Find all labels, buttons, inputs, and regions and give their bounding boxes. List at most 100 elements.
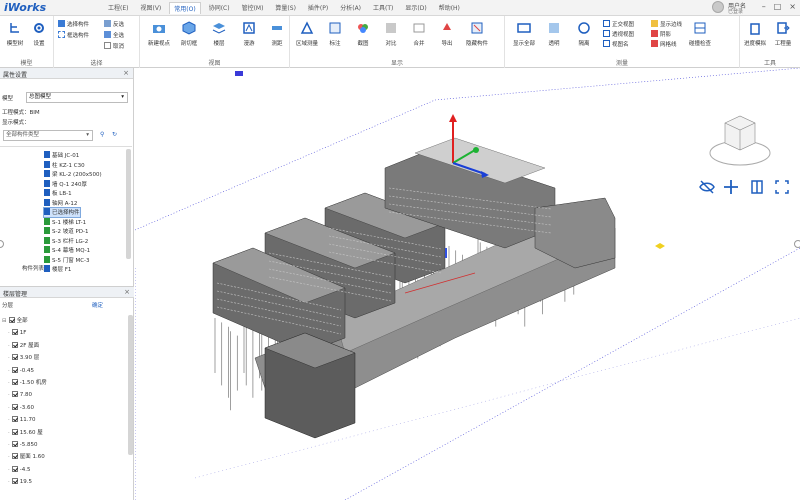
expand-icon[interactable]: · — [8, 417, 10, 423]
tree-item[interactable]: S-4 幕墙 MQ-1 — [44, 246, 90, 255]
z-arrow-icon[interactable] — [449, 114, 457, 122]
select-all-button[interactable]: 全选 — [104, 30, 124, 39]
section-box-button[interactable]: 剖切框 — [174, 19, 204, 57]
expand-icon[interactable]: · — [8, 442, 10, 448]
close-icon[interactable]: × — [124, 288, 130, 296]
measure-button[interactable]: 测距 — [262, 19, 292, 57]
layer-checkbox[interactable] — [11, 478, 18, 485]
hide-element-button[interactable]: 隐藏构件 — [462, 19, 492, 57]
layer-item[interactable]: ⊟ 全部 — [2, 315, 28, 327]
layer-checkbox[interactable] — [11, 428, 18, 435]
building-model[interactable] — [212, 137, 616, 439]
tree-item[interactable]: S-5 门窗 MC-3 — [44, 255, 90, 265]
settings-button[interactable]: 设置 — [24, 19, 54, 57]
tree-item[interactable]: 基础 JC-01 — [44, 151, 79, 160]
3d-viewport[interactable] — [135, 68, 800, 500]
close-icon[interactable]: × — [123, 69, 129, 77]
move-icon[interactable] — [722, 178, 740, 196]
expand-icon[interactable]: · — [8, 380, 10, 386]
view-cube[interactable] — [709, 115, 771, 166]
layer-checkbox[interactable] — [11, 403, 18, 410]
layer-item[interactable]: · 1F — [8, 327, 26, 339]
menu-tab[interactable]: 插件(P) — [304, 2, 332, 14]
right-collapse-handle[interactable] — [794, 240, 800, 248]
menu-tab[interactable]: 协同(C) — [205, 2, 234, 14]
layer-checkbox[interactable] — [8, 317, 15, 323]
layer-checkbox[interactable] — [11, 453, 18, 460]
model-canvas[interactable] — [135, 68, 800, 500]
menu-tab[interactable]: 算量(S) — [271, 2, 300, 14]
expand-icon[interactable]: · — [8, 467, 10, 473]
layer-item[interactable]: · -5.850 — [8, 439, 37, 451]
ortho-view-button[interactable]: 正交视图 — [603, 19, 634, 28]
tree-item[interactable]: 楼层 F1 — [44, 265, 71, 274]
layer-checkbox[interactable] — [11, 391, 18, 398]
expand-icon[interactable]: · — [8, 392, 10, 398]
element-type-filter[interactable]: 全部构件类型 ▾ — [3, 130, 93, 141]
perspective-view-button[interactable]: 透视视图 — [603, 29, 634, 38]
merge-button[interactable]: 合并 — [404, 19, 434, 57]
show-edges-button[interactable]: 显示边线 — [651, 19, 682, 28]
menu-tab[interactable]: 工具(T) — [369, 2, 397, 14]
layer-checkbox[interactable] — [11, 341, 18, 348]
layer-item[interactable]: · 7.80 — [8, 389, 32, 401]
layers-scrollbar[interactable] — [128, 315, 133, 455]
layer-item[interactable]: · -3.60 — [8, 402, 34, 414]
avatar[interactable] — [712, 1, 724, 13]
walkthrough-button[interactable]: 漫游 — [234, 19, 264, 57]
area-measure-button[interactable]: 区域测量 — [292, 19, 322, 57]
tree-scrollbar[interactable] — [126, 149, 131, 259]
select-element-button[interactable]: 选择构件 — [58, 19, 89, 28]
maximize-icon[interactable]: □ — [774, 2, 782, 11]
annotation-button[interactable]: 标注 — [320, 19, 350, 57]
layer-checkbox[interactable] — [11, 416, 18, 423]
menu-tab[interactable]: 帮助(H) — [435, 2, 464, 14]
expand-icon[interactable]: · — [8, 454, 10, 460]
box-select-button[interactable]: 框选构件 — [58, 30, 89, 39]
tree-item[interactable]: 已选择构件 — [43, 207, 81, 218]
layer-item[interactable]: · 3.90 层 — [8, 352, 39, 364]
tree-item[interactable]: 柱 KZ-1 C30 — [44, 160, 85, 170]
tree-item[interactable]: 轴网 A-12 — [44, 198, 77, 208]
y-handle-icon[interactable] — [473, 147, 479, 153]
filter-icon[interactable]: ⚲ — [100, 131, 104, 138]
tree-item[interactable]: S-2 坡道 PD-1 — [44, 227, 89, 236]
expand-icon[interactable]: · — [8, 430, 10, 436]
grid-button[interactable]: 网格线 — [651, 39, 677, 48]
deselect-button[interactable]: 取消 — [104, 41, 124, 50]
new-viewpoint-button[interactable]: 新建视点 — [144, 19, 174, 57]
expand-icon[interactable]: ⊟ — [2, 318, 7, 324]
layer-checkbox[interactable] — [11, 465, 18, 472]
screenshot-button[interactable]: 截图 — [348, 19, 378, 57]
tree-item[interactable]: 墙 Q-1 240厚 — [44, 179, 87, 189]
layer-checkbox[interactable] — [11, 366, 18, 373]
layer-checkbox[interactable] — [11, 354, 18, 361]
layers-confirm-button[interactable]: 确定 — [92, 301, 103, 309]
expand-icon[interactable]: · — [8, 405, 10, 411]
menu-tab[interactable]: 工程(E) — [104, 2, 132, 14]
layer-item[interactable]: · -1.50 机房 — [8, 377, 47, 389]
expand-icon[interactable]: · — [8, 355, 10, 361]
tree-item[interactable]: S-1 楼梯 LT-1 — [44, 217, 86, 227]
quantity-button[interactable]: 工程量 — [768, 19, 798, 57]
minimize-icon[interactable]: – — [762, 2, 766, 11]
menu-tab[interactable]: 管控(M) — [238, 2, 268, 14]
clash-button[interactable]: 碰撞检查 — [685, 19, 715, 57]
tree-item[interactable]: S-3 栏杆 LG-2 — [44, 236, 88, 246]
section-icon[interactable] — [748, 178, 766, 196]
close-icon[interactable]: × — [789, 2, 796, 11]
tree-item[interactable]: 板 LB-1 — [44, 189, 72, 198]
shadow-button[interactable]: 阴影 — [651, 29, 671, 38]
layer-item[interactable]: · 15.60 屋 — [8, 427, 43, 439]
show-all-button[interactable]: 显示全部 — [509, 19, 539, 57]
refresh-icon[interactable]: ↻ — [112, 131, 117, 138]
layer-checkbox[interactable] — [11, 441, 18, 447]
model-select[interactable]: 总图模型 ▾ — [26, 92, 128, 103]
menu-tab[interactable]: 显示(D) — [401, 2, 430, 14]
user-area[interactable]: 用户名 已登录 – □ × — [706, 0, 800, 16]
expand-icon[interactable]: · — [8, 330, 10, 336]
fullscreen-icon[interactable] — [773, 178, 791, 196]
layer-checkbox[interactable] — [11, 329, 18, 336]
eye-off-icon[interactable] — [698, 178, 716, 196]
view-name-button[interactable]: 视图名 — [603, 39, 629, 48]
